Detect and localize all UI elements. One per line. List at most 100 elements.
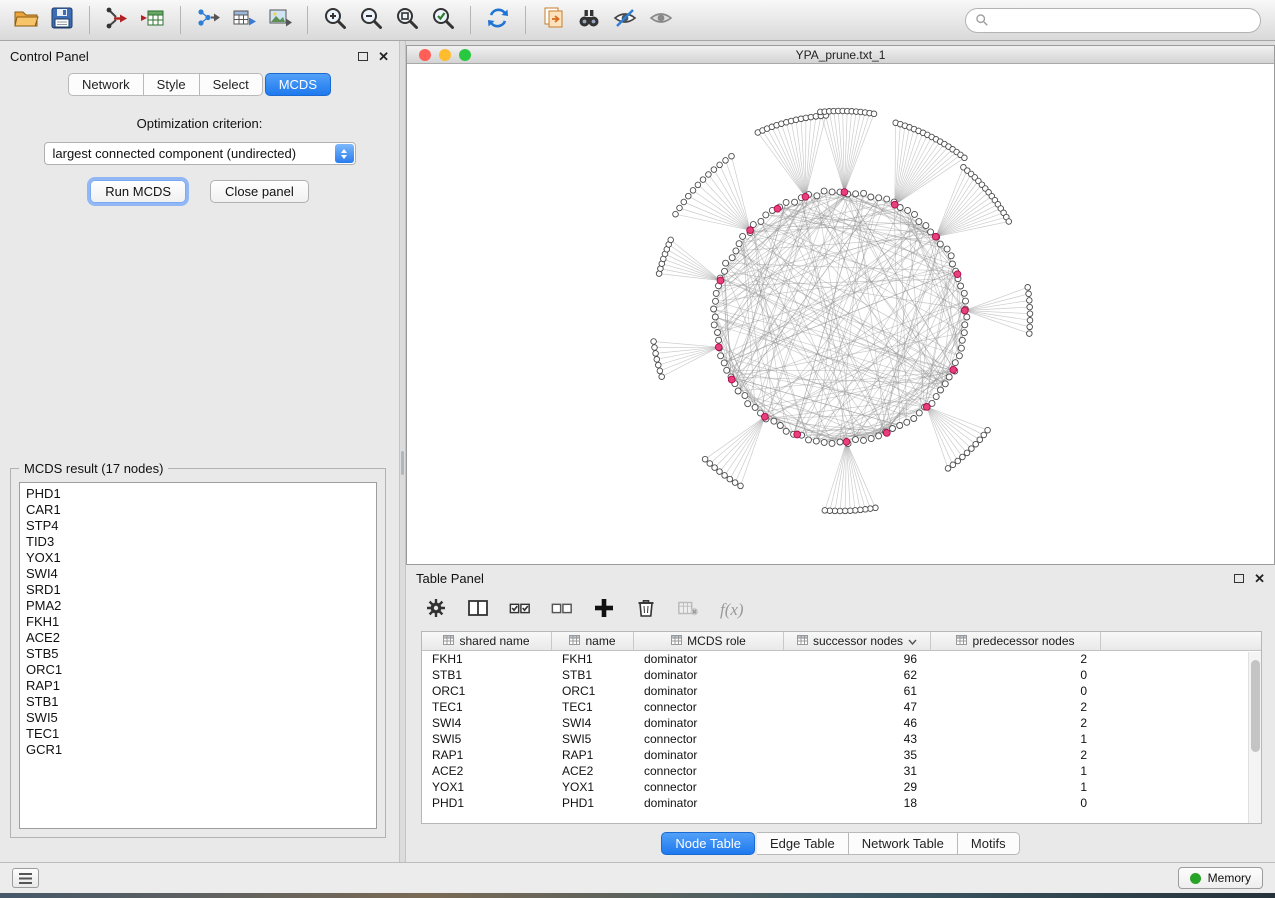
network-node[interactable] <box>1027 304 1033 310</box>
table-scrollbar-thumb[interactable] <box>1251 660 1260 752</box>
zoom-in-button[interactable] <box>317 5 353 35</box>
mcds-result-item[interactable]: FKH1 <box>26 614 370 630</box>
dominator-node[interactable] <box>794 431 801 438</box>
network-node[interactable] <box>868 436 874 442</box>
mcds-result-item[interactable]: STB1 <box>26 694 370 710</box>
import-table-button[interactable] <box>135 5 171 35</box>
network-node[interactable] <box>822 508 828 514</box>
network-node[interactable] <box>1027 331 1033 337</box>
show-all-button[interactable] <box>643 5 679 35</box>
splitter-handle-icon[interactable] <box>401 451 404 475</box>
network-node[interactable] <box>813 438 819 444</box>
network-node[interactable] <box>758 218 764 224</box>
network-node[interactable] <box>977 437 983 443</box>
network-node[interactable] <box>963 298 969 304</box>
network-node[interactable] <box>806 437 812 443</box>
network-node[interactable] <box>686 193 692 199</box>
network-node[interactable] <box>876 195 882 201</box>
network-node[interactable] <box>712 314 718 320</box>
network-node[interactable] <box>777 423 783 429</box>
network-node[interactable] <box>814 193 820 199</box>
network-node[interactable] <box>942 381 948 387</box>
network-node[interactable] <box>916 219 922 225</box>
table-scrollbar[interactable] <box>1248 652 1261 823</box>
close-panel-button[interactable]: Close panel <box>210 180 309 203</box>
table-row[interactable]: ACE2ACE2connector311 <box>422 763 1261 779</box>
dominator-node[interactable] <box>891 201 898 208</box>
network-node[interactable] <box>723 158 729 164</box>
add-row-button[interactable] <box>590 596 618 624</box>
network-node[interactable] <box>958 283 964 289</box>
network-node[interactable] <box>1027 324 1033 330</box>
run-mcds-button[interactable]: Run MCDS <box>90 180 186 203</box>
dominator-node[interactable] <box>883 430 890 437</box>
table-row[interactable]: PHD1PHD1dominator180 <box>422 795 1261 811</box>
network-node[interactable] <box>711 322 717 328</box>
network-node[interactable] <box>884 196 890 202</box>
network-node[interactable] <box>732 480 738 486</box>
network-node[interactable] <box>853 191 859 197</box>
network-node[interactable] <box>783 428 789 434</box>
network-node[interactable] <box>955 458 961 464</box>
network-node[interactable] <box>960 454 966 460</box>
clone-network-button[interactable] <box>535 5 571 35</box>
tab-edge-table[interactable]: Edge Table <box>757 832 849 855</box>
maximize-window-button[interactable] <box>459 49 471 61</box>
network-node[interactable] <box>652 345 658 351</box>
hide-unselected-button[interactable] <box>607 5 643 35</box>
network-node[interactable] <box>792 199 798 205</box>
mcds-result-item[interactable]: YOX1 <box>26 550 370 566</box>
table-row[interactable]: RAP1RAP1dominator352 <box>422 747 1261 763</box>
network-node[interactable] <box>962 155 968 161</box>
float-panel-icon[interactable] <box>358 52 368 61</box>
mcds-result-item[interactable]: PMA2 <box>26 598 370 614</box>
network-node[interactable] <box>738 483 744 489</box>
network-node[interactable] <box>985 427 991 433</box>
network-node[interactable] <box>695 182 701 188</box>
network-node[interactable] <box>690 188 696 194</box>
network-node[interactable] <box>950 462 956 468</box>
column-header-name[interactable]: name <box>552 632 634 650</box>
network-node[interactable] <box>911 416 917 422</box>
network-node[interactable] <box>1006 219 1012 225</box>
network-node[interactable] <box>938 387 944 393</box>
network-node[interactable] <box>735 388 741 394</box>
network-node[interactable] <box>937 241 943 247</box>
network-node[interactable] <box>958 345 964 351</box>
network-node[interactable] <box>904 419 910 425</box>
tab-node-table[interactable]: Node Table <box>661 832 755 855</box>
network-node[interactable] <box>713 290 719 296</box>
network-node[interactable] <box>890 426 896 432</box>
tab-style[interactable]: Style <box>144 73 200 96</box>
tab-mcds[interactable]: MCDS <box>265 73 331 96</box>
dominator-node[interactable] <box>961 307 968 314</box>
close-table-panel-icon[interactable]: ✕ <box>1254 572 1265 585</box>
network-node[interactable] <box>1027 318 1033 324</box>
refresh-button[interactable] <box>480 5 516 35</box>
network-node[interactable] <box>722 473 728 479</box>
mcds-result-item[interactable]: SWI4 <box>26 566 370 582</box>
dominator-node[interactable] <box>950 366 957 373</box>
network-node[interactable] <box>1026 291 1032 297</box>
close-window-button[interactable] <box>419 49 431 61</box>
table-row[interactable]: FKH1FKH1dominator962 <box>422 651 1261 667</box>
mcds-result-item[interactable]: PHD1 <box>26 486 370 502</box>
network-node[interactable] <box>962 322 968 328</box>
table-row[interactable]: TEC1TEC1connector472 <box>422 699 1261 715</box>
network-node[interactable] <box>783 199 789 205</box>
export-table-button[interactable] <box>226 5 262 35</box>
table-row[interactable]: SWI4SWI4dominator462 <box>422 715 1261 731</box>
network-node[interactable] <box>923 223 929 229</box>
network-graph[interactable] <box>407 64 1274 564</box>
network-node[interactable] <box>656 362 662 368</box>
dominator-node[interactable] <box>717 277 724 284</box>
dominator-node[interactable] <box>761 413 768 420</box>
network-node[interactable] <box>771 418 777 424</box>
network-node[interactable] <box>721 360 727 366</box>
dominator-node[interactable] <box>841 189 848 196</box>
search-input[interactable] <box>994 12 1251 28</box>
network-node[interactable] <box>944 246 950 252</box>
network-node[interactable] <box>961 290 967 296</box>
dominator-node[interactable] <box>954 271 961 278</box>
network-node[interactable] <box>868 194 874 200</box>
